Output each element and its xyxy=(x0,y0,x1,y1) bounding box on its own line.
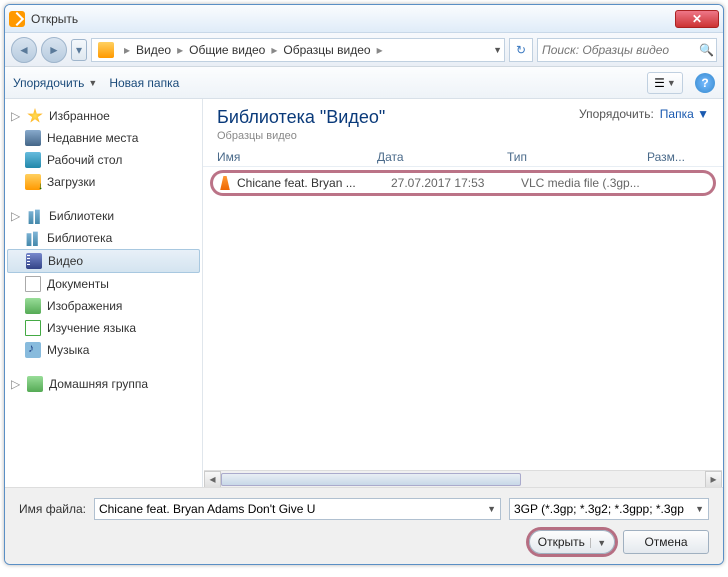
toolbar: Упорядочить ▼ Новая папка ☰ ▼ ? xyxy=(5,67,723,99)
scroll-right-button[interactable]: ▸ xyxy=(705,471,722,487)
back-button[interactable]: ◄ xyxy=(11,37,37,63)
help-button[interactable]: ? xyxy=(695,73,715,93)
music-icon xyxy=(25,342,41,358)
file-list[interactable]: Chicane feat. Bryan ... 27.07.2017 17:53… xyxy=(203,167,723,470)
scroll-thumb[interactable] xyxy=(221,473,521,486)
desktop-icon xyxy=(25,152,41,168)
filename-label: Имя файла: xyxy=(19,502,86,516)
new-folder-button[interactable]: Новая папка xyxy=(109,76,179,90)
video-icon xyxy=(26,253,42,269)
breadcrumb-item[interactable]: Общие видео xyxy=(189,43,265,57)
star-icon xyxy=(27,108,43,124)
chevron-down-icon: ▼ xyxy=(695,504,704,514)
scroll-left-button[interactable]: ◂ xyxy=(204,471,221,487)
sidebar: ▷Избранное Недавние места Рабочий стол З… xyxy=(5,99,203,487)
file-name: Chicane feat. Bryan ... xyxy=(237,176,391,190)
sidebar-homegroup-header[interactable]: ▷Домашняя группа xyxy=(5,373,202,395)
sidebar-item-documents[interactable]: Документы xyxy=(5,273,202,295)
breadcrumb[interactable]: ▸ Видео ▸ Общие видео ▸ Образцы видео ▸ … xyxy=(91,38,505,62)
images-icon xyxy=(25,298,41,314)
documents-icon xyxy=(25,276,41,292)
sidebar-item-library[interactable]: Библиотека xyxy=(5,227,202,249)
sidebar-favorites-header[interactable]: ▷Избранное xyxy=(5,105,202,127)
col-name[interactable]: Имя xyxy=(217,150,377,164)
sidebar-libraries-header[interactable]: ▷Библиотеки xyxy=(5,205,202,227)
search-icon: 🔍 xyxy=(699,43,714,57)
horizontal-scrollbar[interactable]: ◂ ▸ xyxy=(204,470,722,487)
downloads-icon xyxy=(25,174,41,190)
col-type[interactable]: Тип xyxy=(507,150,647,164)
file-type-filter[interactable]: 3GP (*.3gp; *.3g2; *.3gpp; *.3gp▼ xyxy=(509,498,709,520)
library-title: Библиотека "Видео" xyxy=(217,107,385,128)
main-pane: Библиотека "Видео" Образцы видео Упорядо… xyxy=(203,99,723,487)
library-subtitle: Образцы видео xyxy=(217,130,385,142)
window-title: Открыть xyxy=(31,12,675,26)
sort-label: Упорядочить: xyxy=(579,107,654,121)
col-date[interactable]: Дата xyxy=(377,150,507,164)
libraries-icon xyxy=(27,208,43,224)
chevron-right-icon: ▸ xyxy=(124,43,130,57)
recent-icon xyxy=(25,130,41,146)
sidebar-item-downloads[interactable]: Загрузки xyxy=(5,171,202,193)
nav-bar: ◄ ► ▾ ▸ Видео ▸ Общие видео ▸ Образцы ви… xyxy=(5,33,723,67)
vlc-icon xyxy=(217,176,233,190)
cancel-button[interactable]: Отмена xyxy=(623,530,709,554)
chevron-down-icon[interactable]: ▼ xyxy=(487,504,496,514)
sidebar-item-study[interactable]: Изучение языка xyxy=(5,317,202,339)
chevron-right-icon: ▸ xyxy=(271,43,277,57)
dialog-footer: Имя файла: Chicane feat. Bryan Adams Don… xyxy=(5,487,723,564)
sidebar-item-desktop[interactable]: Рабочий стол xyxy=(5,149,202,171)
close-button[interactable]: ✕ xyxy=(675,10,719,28)
open-dialog-window: Открыть ✕ ◄ ► ▾ ▸ Видео ▸ Общие видео ▸ … xyxy=(4,4,724,565)
breadcrumb-item[interactable]: Образцы видео xyxy=(283,43,370,57)
breadcrumb-item[interactable]: Видео xyxy=(136,43,171,57)
history-dropdown[interactable]: ▾ xyxy=(71,39,87,61)
app-icon xyxy=(9,11,25,27)
search-input[interactable] xyxy=(542,43,699,57)
chevron-right-icon: ▸ xyxy=(177,43,183,57)
chevron-right-icon: ▸ xyxy=(377,43,383,57)
sidebar-item-recent[interactable]: Недавние места xyxy=(5,127,202,149)
study-icon xyxy=(25,320,41,336)
folder-icon xyxy=(98,42,114,58)
sort-value[interactable]: Папка ▼ xyxy=(660,107,709,121)
homegroup-icon xyxy=(27,376,43,392)
col-size[interactable]: Разм... xyxy=(647,150,709,164)
forward-button[interactable]: ► xyxy=(41,37,67,63)
filename-input[interactable]: Chicane feat. Bryan Adams Don't Give U▼ xyxy=(94,498,501,520)
file-type: VLC media file (.3gp... xyxy=(521,176,661,190)
sidebar-item-video[interactable]: Видео xyxy=(7,249,200,273)
open-button[interactable]: Открыть ▼ xyxy=(529,530,615,554)
chevron-down-icon[interactable]: ▼ xyxy=(493,45,502,55)
search-box[interactable]: 🔍 xyxy=(537,38,717,62)
view-mode-button[interactable]: ☰ ▼ xyxy=(647,72,683,94)
library-icon xyxy=(25,230,41,246)
file-date: 27.07.2017 17:53 xyxy=(391,176,521,190)
column-headers: Имя Дата Тип Разм... xyxy=(203,146,723,167)
sidebar-item-music[interactable]: Музыка xyxy=(5,339,202,361)
titlebar: Открыть ✕ xyxy=(5,5,723,33)
organize-button[interactable]: Упорядочить ▼ xyxy=(13,76,97,90)
refresh-button[interactable]: ↻ xyxy=(509,38,533,62)
sidebar-item-images[interactable]: Изображения xyxy=(5,295,202,317)
file-row[interactable]: Chicane feat. Bryan ... 27.07.2017 17:53… xyxy=(213,173,713,193)
